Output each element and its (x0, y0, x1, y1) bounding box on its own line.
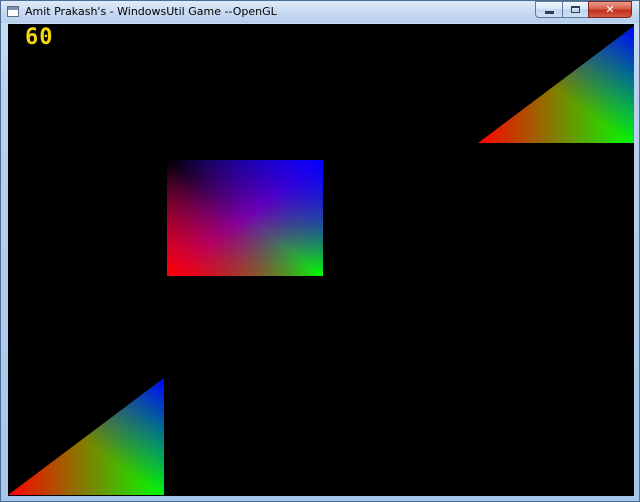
maximize-button[interactable] (562, 1, 588, 18)
minimize-icon (544, 11, 554, 14)
center-rectangle (167, 160, 323, 276)
top-right-triangle (478, 26, 634, 143)
close-button[interactable]: ✕ (588, 1, 632, 18)
close-icon: ✕ (605, 3, 615, 16)
game-canvas[interactable]: 60 (8, 24, 634, 496)
caption-buttons: ✕ (535, 1, 632, 18)
fps-counter: 60 (25, 25, 54, 50)
maximize-icon (571, 6, 580, 13)
bottom-left-triangle (8, 378, 164, 495)
title-bar[interactable]: Amit Prakash's - WindowsUtil Game --Open… (1, 1, 639, 23)
app-window-icon[interactable] (7, 6, 19, 17)
window-title: Amit Prakash's - WindowsUtil Game --Open… (25, 5, 277, 18)
app-window: Amit Prakash's - WindowsUtil Game --Open… (0, 0, 640, 502)
rectangle-red-gradient (167, 160, 323, 276)
minimize-button[interactable] (535, 1, 562, 18)
